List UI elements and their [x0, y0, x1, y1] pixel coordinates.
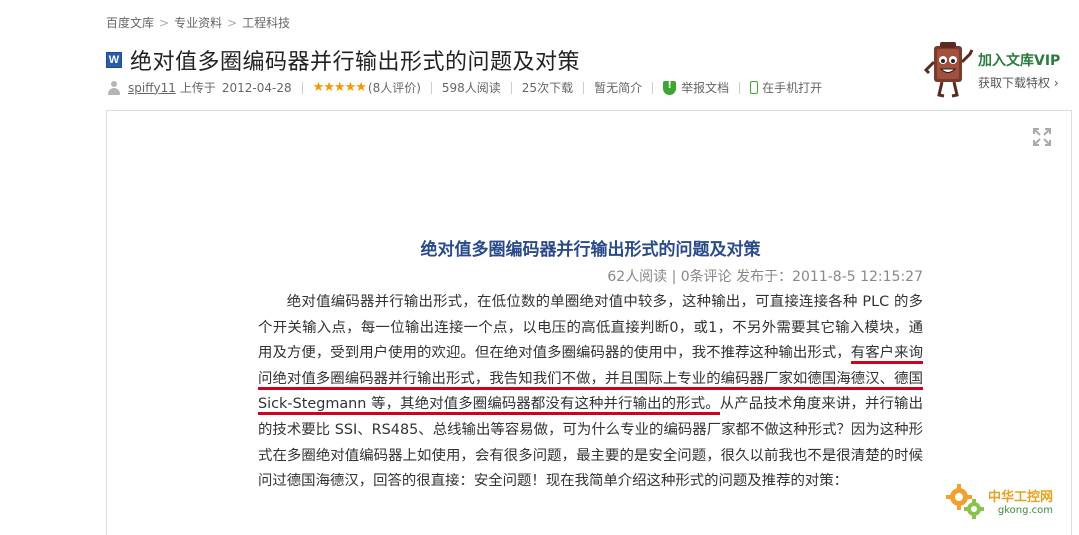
- uploaded-on-label: 上传于: [179, 81, 216, 95]
- vip-subtitle: 获取下载特权 ›: [978, 74, 1060, 91]
- rating-stars-icon[interactable]: ★★★★★: [312, 80, 367, 95]
- watermark-cn: 中华工控网: [988, 490, 1054, 505]
- chevron-right-icon: ›: [1053, 75, 1059, 90]
- download-count: 25次下载: [521, 81, 574, 95]
- watermark-text: 中华工控网 gkong.com: [988, 486, 1053, 516]
- divider: [301, 81, 303, 94]
- article-body: 绝对值编码器并行输出形式，在低位数的单圈绝对值中较多，这种输出，可直接连接各种 …: [258, 290, 923, 495]
- article-text: 绝对值编码器并行输出形式，在低位数的单圈绝对值中较多，这种输出，可直接连接各种 …: [258, 294, 923, 362]
- word-doc-icon: W: [106, 52, 122, 68]
- breadcrumb: 百度文库 > 专业资料 > 工程科技: [106, 14, 290, 31]
- article: 绝对值多圈编码器并行输出形式的问题及对策 62人阅读 | 0条评论 发布于：20…: [258, 235, 923, 495]
- divider: [652, 81, 654, 94]
- gear-logo-icon: [944, 480, 986, 522]
- breadcrumb-separator: >: [227, 15, 238, 30]
- open-on-phone-link[interactable]: 在手机打开: [762, 79, 822, 96]
- vip-mascot-icon: [923, 40, 974, 100]
- article-meta: 62人阅读 | 0条评论 发布于：2011-8-5 12:15:27: [607, 269, 923, 285]
- report-link[interactable]: 举报文档: [681, 79, 729, 96]
- breadcrumb-item-wenku[interactable]: 百度文库: [106, 14, 154, 31]
- article-title: 绝对值多圈编码器并行输出形式的问题及对策: [420, 240, 761, 260]
- watermark-en: gkong.com: [997, 505, 1054, 516]
- breadcrumb-item-engineering[interactable]: 工程科技: [242, 14, 290, 31]
- star-rating: ★★★★★: [312, 80, 367, 95]
- page-title: 绝对值多圈编码器并行输出形式的问题及对策: [130, 50, 581, 75]
- vip-promo-button[interactable]: 加入文库VIP 获取下载特权 ›: [923, 40, 1060, 100]
- watermark-logo: 中华工控网 gkong.com: [944, 480, 1053, 522]
- upload-date: 2012-04-28: [221, 80, 292, 95]
- vip-title: 加入文库VIP: [978, 52, 1061, 69]
- document-meta: spiffy11 上传于 2012-04-28 ★★★★★ (8人评价) 598…: [106, 79, 822, 96]
- fullscreen-icon[interactable]: [1032, 127, 1052, 147]
- breadcrumb-separator: >: [159, 15, 170, 30]
- divider: [583, 81, 585, 94]
- uploader-link[interactable]: spiffy11: [128, 81, 176, 95]
- divider: [430, 81, 432, 94]
- summary-status: 暂无简介: [594, 81, 643, 95]
- divider: [739, 81, 741, 94]
- phone-icon: [750, 81, 759, 94]
- vip-subtitle-text: 获取下载特权: [978, 75, 1051, 90]
- read-count: 598人阅读: [441, 81, 501, 95]
- user-icon: [106, 80, 122, 96]
- vip-text: 加入文库VIP 获取下载特权 ›: [978, 50, 1060, 91]
- breadcrumb-item-professional[interactable]: 专业资料: [174, 14, 222, 31]
- document-header: W 绝对值多圈编码器并行输出形式的问题及对策: [106, 44, 580, 76]
- rating-count[interactable]: (8人评价): [368, 79, 421, 96]
- divider: [510, 81, 512, 94]
- shield-icon: [663, 80, 677, 95]
